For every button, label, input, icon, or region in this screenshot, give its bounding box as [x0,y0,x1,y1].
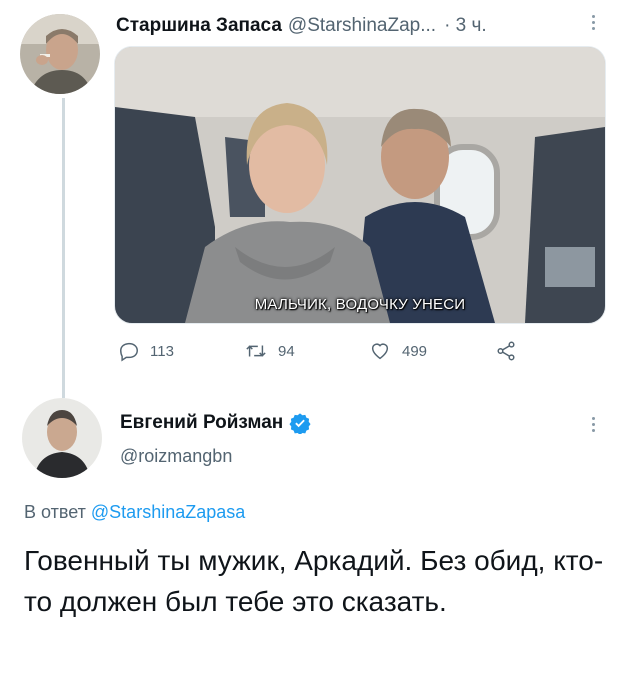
reply-button[interactable]: 113 [118,340,174,362]
thread-connector-line [62,98,65,398]
author-name[interactable]: Старшина Запаса [116,15,282,37]
avatar[interactable] [22,398,102,478]
more-options-icon[interactable] [584,414,602,436]
replying-prefix: В ответ [24,502,86,522]
share-icon [497,341,515,361]
retweet-count: 94 [278,342,295,360]
reply-count: 113 [150,342,174,360]
tweet-image[interactable]: МАЛЬЧИК, ВОДОЧКУ УНЕСИ [114,46,606,324]
like-button[interactable]: 499 [368,340,427,362]
like-icon [371,343,389,360]
author-handle[interactable]: @StarshinaZap... [288,15,436,37]
reply-icon [120,342,138,362]
replying-to: В ответ @StarshinaZapasa [24,502,245,523]
retweet-button[interactable]: 94 [244,340,295,362]
share-button[interactable] [494,340,528,362]
retweet-icon [246,345,266,357]
author-name-row: Евгений Ройзман [120,410,311,436]
tweet-text: Говенный ты мужик, Аркадий. Без обид, кт… [24,545,604,617]
author-name[interactable]: Евгений Ройзман [120,412,283,434]
mention-link[interactable]: @StarshinaZapasa [91,502,245,522]
tweet-actions: 113 94 499 [114,340,534,366]
like-count: 499 [402,342,428,360]
tweet-timestamp[interactable]: · 3 ч. [444,15,487,37]
image-caption: МАЛЬЧИК, ВОДОЧКУ УНЕСИ [254,296,466,313]
tweet-header: Старшина Запаса @StarshinaZap... · 3 ч. [116,12,606,40]
avatar[interactable] [20,14,100,94]
more-options-icon[interactable] [584,12,602,34]
author-handle[interactable]: @roizmangbn [120,446,232,467]
verified-badge-icon [289,413,311,434]
